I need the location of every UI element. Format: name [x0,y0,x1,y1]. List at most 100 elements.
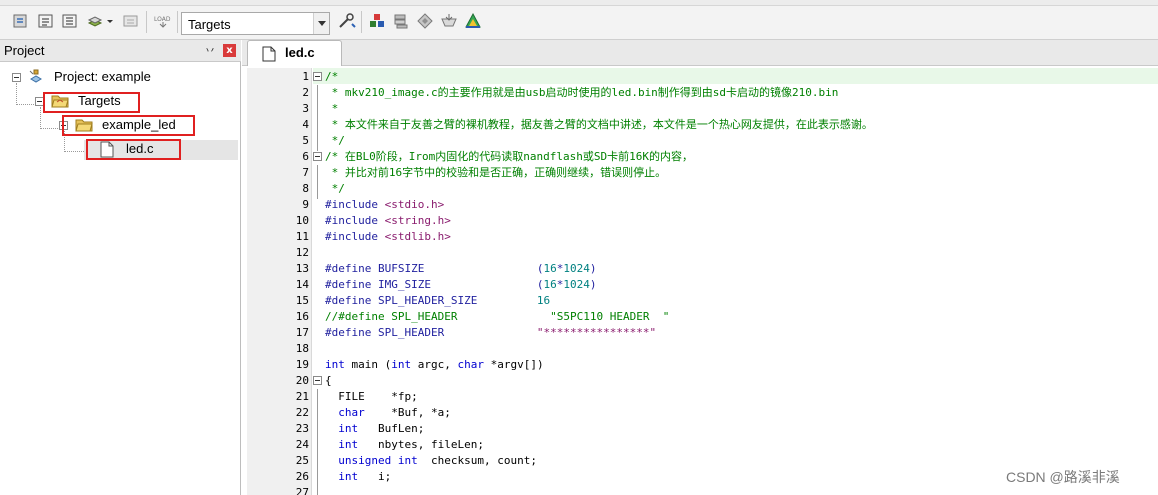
code-line[interactable]: 2 * mkv210_image.c的主要作用就是由usb启动时使用的led.b… [242,85,1158,101]
rebuild-icon[interactable] [61,12,79,30]
highlight-box [86,139,181,160]
code-text: { [325,373,332,389]
code-token: 1024 [563,278,590,291]
file-extensions-icon[interactable] [368,12,386,30]
stop-build-icon[interactable] [122,12,140,30]
code-text: */ [325,133,345,149]
code-token: #include [325,230,385,243]
code-token: main ( [344,358,392,371]
code-token: /* 在BL0阶段，Irom内固化的代码读取nandflash或SD卡前16K的… [325,150,693,163]
code-line[interactable]: 21 FILE *fp; [242,389,1158,405]
code-line[interactable]: 3 * [242,101,1158,117]
line-number: 18 [295,342,309,355]
code-line[interactable]: 22 char *Buf, *a; [242,405,1158,421]
manage-components-icon[interactable] [392,12,410,30]
close-icon[interactable]: x [223,44,236,57]
line-number: 3 [302,102,309,115]
fold-toggle-icon[interactable] [313,376,322,385]
code-token: char [338,406,365,419]
code-text: * mkv210_image.c的主要作用就是由usb启动时使用的led.bin… [325,85,839,101]
code-token: int [397,454,418,467]
code-token: i; [358,470,392,483]
code-token: #define SPL_HEADER [325,326,537,339]
code-line[interactable]: 20 { [242,373,1158,389]
code-line[interactable]: 8 */ [242,181,1158,197]
editor-area: led.c 1 /* 2 * mkv210_image.c的主要作用就是由usb启动… [242,40,1158,495]
tab-label: led.c [285,45,315,60]
code-line[interactable]: 11 #include <stdlib.h> [242,229,1158,245]
code-line[interactable]: 17 #define SPL_HEADER "****************" [242,325,1158,341]
code-token: <stdio.h> [384,198,445,211]
line-number: 5 [302,134,309,147]
code-text: #define SPL_HEADER_SIZE 16 [325,293,550,309]
code-token: //#define SPL_HEADER "S5PC110 HEADER " [325,310,670,323]
line-number: 7 [302,166,309,179]
code-token: <stdlib.h> [384,230,451,243]
code-text: #include <stdlib.h> [325,229,451,245]
tree-node-project[interactable]: Project: example [0,68,241,88]
code-line[interactable]: 24 int nbytes, fileLen; [242,437,1158,453]
code-line[interactable]: 4 * 本文件来自于友善之臂的裸机教程，据友善之臂的文档中讲述，本文件是一个热心… [242,117,1158,133]
download-load-icon[interactable]: LOAD [153,12,173,30]
code-line[interactable]: 6 /* 在BL0阶段，Irom内固化的代码读取nandflash或SD卡前16K… [242,149,1158,165]
target-select-value: Targets [188,17,231,32]
run-time-env-icon[interactable] [464,12,482,30]
line-number: 4 [302,118,309,131]
code-token: #include [325,198,385,211]
code-line[interactable]: 18 [242,341,1158,357]
code-line[interactable]: 12 [242,245,1158,261]
code-token: <string.h> [384,214,451,227]
code-line[interactable]: 1 /* [242,69,1158,85]
code-line[interactable]: 14 #define IMG_SIZE (16*1024) [242,277,1158,293]
build-icon[interactable] [37,12,55,30]
code-text: * 本文件来自于友善之臂的裸机教程，据友善之臂的文档中讲述，本文件是一个热心网友… [325,117,873,133]
pin-icon[interactable]: 丷 [204,44,216,57]
line-number: 27 [295,486,309,495]
code-line[interactable]: 9 #include <stdio.h> [242,197,1158,213]
code-line[interactable]: 16 //#define SPL_HEADER "S5PC110 HEADER " [242,309,1158,325]
code-text: //#define SPL_HEADER "S5PC110 HEADER " [325,309,669,325]
code-line[interactable]: 10 #include <string.h> [242,213,1158,229]
code-token: * 并比对前16字节中的校验和是否正确，正确则继续，错误则停止。 [325,166,667,179]
code-token: * mkv210_image.c的主要作用就是由usb启动时使用的led.bin… [325,86,839,99]
dropdown-arrow-icon[interactable] [106,12,114,30]
toolbar-separator [146,11,147,33]
select-packs-icon[interactable] [416,12,434,30]
code-text: #define BUFSIZE (16*1024) [325,261,597,277]
svg-text:LOAD: LOAD [154,16,171,23]
code-line[interactable]: 15 #define SPL_HEADER_SIZE 16 [242,293,1158,309]
main-toolbar: LOAD Targets [0,0,1158,40]
code-token: "****************" [536,326,657,339]
batch-build-icon[interactable] [86,12,104,30]
tree-connector [64,151,84,152]
line-number: 12 [295,246,309,259]
code-token: int [325,358,345,371]
code-token: int [338,470,359,483]
fold-toggle-icon[interactable] [313,72,322,81]
collapse-icon[interactable] [12,73,21,82]
code-line[interactable]: 23 int BufLen; [242,421,1158,437]
chevron-down-icon[interactable] [313,13,329,34]
code-line[interactable]: 13 #define BUFSIZE (16*1024) [242,261,1158,277]
translate-icon[interactable] [12,12,30,30]
project-icon [27,68,45,89]
project-panel-header: Project 丷 x [0,40,241,62]
pack-installer-icon[interactable] [440,12,458,30]
file-icon [262,46,276,65]
target-select[interactable]: Targets [181,12,330,35]
fold-toggle-icon[interactable] [313,152,322,161]
line-number: 14 [295,278,309,291]
code-token: #define SPL_HEADER_SIZE [325,294,537,307]
project-tree: Project: example Targets example_led led… [0,62,241,495]
code-token: #define IMG_SIZE ( [325,278,544,291]
code-line[interactable]: 19 int main (int argc, char *argv[]) [242,357,1158,373]
tab-led-c[interactable]: led.c [247,40,342,66]
toolbar-top-row [0,0,1158,6]
code-token: nbytes, fileLen; [358,438,484,451]
code-line[interactable]: 7 * 并比对前16字节中的校验和是否正确，正确则继续，错误则停止。 [242,165,1158,181]
code-token: #define BUFSIZE ( [325,262,544,275]
code-line[interactable]: 5 */ [242,133,1158,149]
target-options-icon[interactable] [337,12,357,30]
